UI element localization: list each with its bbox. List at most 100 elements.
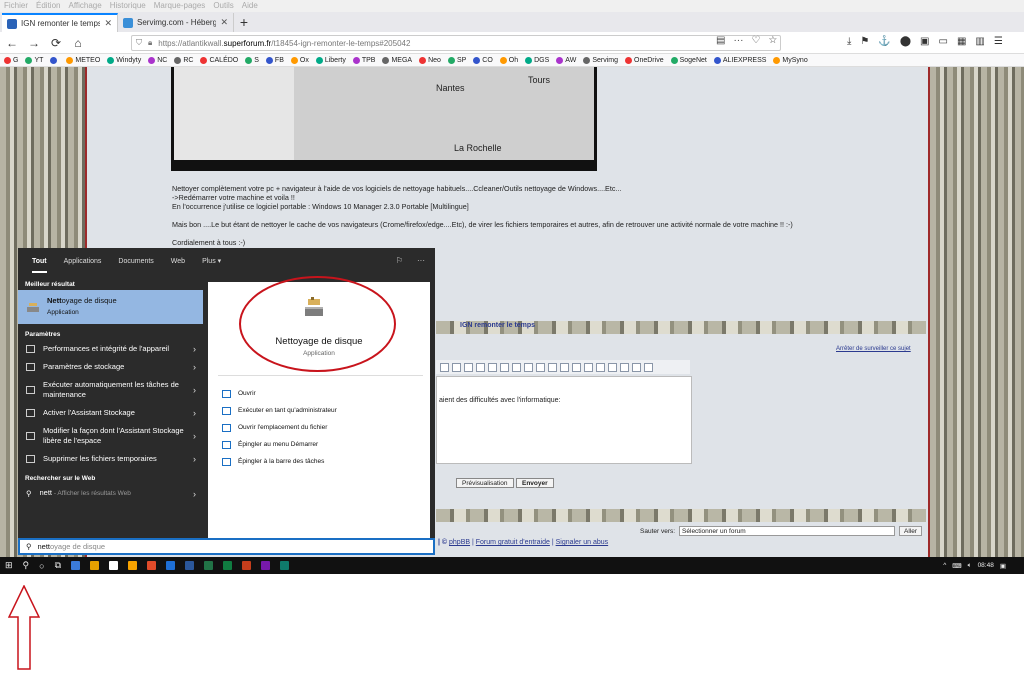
editor-tool-icon[interactable] (644, 362, 653, 372)
network-icon[interactable]: ⌨ (952, 562, 961, 570)
send-button[interactable]: Envoyer (516, 478, 554, 488)
editor-tool-icon[interactable] (464, 362, 473, 372)
hamburger-menu-icon[interactable]: ☰ (994, 36, 1003, 47)
bookmark-item[interactable]: FB (265, 54, 284, 66)
bookmark-item[interactable]: METEO (66, 54, 100, 66)
pin-taskbar-action[interactable]: Épingler à la barre des tâches (222, 453, 337, 470)
bookmark-item[interactable]: CALÉDO (200, 54, 238, 66)
menu-item[interactable]: Affichage (68, 0, 101, 12)
phpbb-link[interactable]: phpBB (449, 539, 470, 546)
bookmark-item[interactable]: Ox (290, 54, 309, 66)
close-icon[interactable]: ✕ (104, 18, 112, 29)
tab-documents[interactable]: Documents (118, 258, 153, 265)
home-button[interactable]: ⌂ (70, 35, 86, 51)
editor-tool-icon[interactable] (560, 362, 569, 372)
extension-icon[interactable]: ⚓ (878, 36, 890, 47)
bookmark-item[interactable]: CO (473, 54, 493, 66)
bookmark-item[interactable]: Liberty (315, 54, 346, 66)
editor-tool-icon[interactable] (452, 362, 461, 372)
editor-tool-icon[interactable] (476, 362, 485, 372)
back-button[interactable]: ← (4, 35, 20, 51)
taskbar-app-icon[interactable] (166, 561, 176, 570)
open-action[interactable]: Ouvrir (222, 385, 337, 402)
bookmark-item[interactable]: AW (556, 54, 576, 66)
bookmark-item[interactable]: Windyty (107, 54, 141, 66)
editor-tool-icon[interactable] (548, 362, 557, 372)
taskbar-app-icon[interactable] (90, 561, 100, 570)
menu-item[interactable]: Marque-pages (154, 0, 206, 12)
go-button[interactable]: Aller (899, 526, 923, 536)
settings-item[interactable]: Exécuter automatiquement les tâches de m… (18, 376, 203, 404)
taskbar-search-input[interactable]: ⚲ nett oyage de disque (18, 538, 435, 555)
extension-icon[interactable]: ▣ (920, 36, 929, 47)
forum-select[interactable]: Sélectionner un forum (679, 526, 896, 536)
editor-tool-icon[interactable] (572, 362, 581, 372)
sidebar-icon[interactable]: ▥ (975, 36, 984, 47)
library-icon[interactable]: ▦ (957, 36, 966, 47)
free-forum-link[interactable]: Forum gratuit d'entraide (476, 539, 550, 546)
tab-all[interactable]: Tout (32, 258, 47, 273)
bookmark-item[interactable]: OneDrive (625, 54, 664, 66)
bookmark-item[interactable]: SogeNet (670, 54, 707, 66)
search-icon[interactable]: ⚲ (23, 560, 30, 571)
settings-item[interactable]: Paramètres de stockage › (18, 358, 203, 376)
bookmark-item[interactable]: G (4, 54, 18, 66)
editor-tool-icon[interactable] (536, 362, 545, 372)
bookmark-item[interactable] (50, 54, 59, 66)
bookmark-item[interactable]: Oh (499, 54, 518, 66)
editor-tool-icon[interactable] (608, 362, 617, 372)
bookmark-item[interactable]: RC (174, 54, 193, 66)
address-bar[interactable]: ⛉ 🔒︎ https://atlantikwall.superforum.fr/… (131, 35, 781, 51)
taskbar-app-icon[interactable] (128, 561, 138, 570)
editor-tool-icon[interactable] (440, 362, 449, 372)
cortana-icon[interactable]: ○ (39, 561, 44, 571)
taskbar-app-icon[interactable] (242, 561, 252, 570)
editor-tool-icon[interactable] (500, 362, 509, 372)
editor-tool-icon[interactable] (620, 362, 629, 372)
report-abuse-link[interactable]: Signaler un abus (556, 539, 609, 546)
bookmark-item[interactable]: NC (148, 54, 167, 66)
preview-button[interactable]: Prévisualisation (456, 478, 514, 488)
run-as-admin-action[interactable]: Exécuter en tant qu'administrateur (222, 402, 337, 419)
feedback-icon[interactable]: ⚐ (396, 256, 403, 265)
settings-item[interactable]: Supprimer les fichiers temporaires › (18, 450, 203, 468)
bookmark-item[interactable]: MySyno (773, 54, 808, 66)
editor-tool-icon[interactable] (488, 362, 497, 372)
menu-item[interactable]: Historique (110, 0, 146, 12)
taskbar-app-icon[interactable] (185, 561, 195, 570)
reader-icon[interactable]: ▤ (716, 35, 725, 46)
taskbar-app-icon[interactable] (204, 561, 214, 570)
extension-icon[interactable]: ▭ (939, 36, 948, 47)
open-location-action[interactable]: Ouvrir l'emplacement du fichier (222, 419, 337, 436)
more-options-icon[interactable]: ··· (417, 256, 425, 265)
tray-chevron-icon[interactable]: ^ (943, 562, 946, 569)
web-search-item[interactable]: ⚲ nett - Afficher les résultats Web › (18, 484, 203, 503)
taskbar-app-icon[interactable] (280, 561, 290, 570)
volume-icon[interactable]: 🔈︎ (968, 562, 972, 570)
taskbar-app-icon[interactable] (147, 561, 157, 570)
stop-watching-link[interactable]: Arrêter de surveiller ce sujet (836, 346, 911, 352)
bookmark-star-icon[interactable]: ☆ (768, 35, 777, 46)
menu-item[interactable]: Fichier (4, 0, 28, 12)
bookmark-item[interactable]: SP (447, 54, 466, 66)
task-view-icon[interactable]: ⧉ (55, 560, 61, 571)
menu-item[interactable]: Aide (242, 0, 258, 12)
windows-start-icon[interactable]: ⊞ (5, 560, 13, 571)
forward-button[interactable]: → (26, 35, 42, 51)
new-tab-button[interactable]: + (234, 13, 254, 32)
settings-item[interactable]: Activer l'Assistant Stockage › (18, 404, 203, 422)
clock[interactable]: 08:48 (978, 562, 994, 569)
best-match-item[interactable]: Nettoyage de disque Application (18, 290, 203, 324)
menu-item[interactable]: Édition (36, 0, 60, 12)
pin-start-action[interactable]: Épingler au menu Démarrer (222, 436, 337, 453)
pocket-icon[interactable]: ♡ (751, 35, 760, 46)
reload-button[interactable]: ⟳ (48, 35, 64, 51)
editor-tool-icon[interactable] (596, 362, 605, 372)
tab-applications[interactable]: Applications (64, 258, 102, 265)
extension-icon[interactable]: ⬤ (900, 36, 911, 47)
editor-tool-icon[interactable] (524, 362, 533, 372)
bookmark-item[interactable]: TPB (352, 54, 375, 66)
settings-item[interactable]: Modifier la façon dont l'Assistant Stock… (18, 422, 203, 450)
taskbar-app-icon[interactable] (71, 561, 81, 570)
bookmark-item[interactable]: YT (25, 54, 43, 66)
